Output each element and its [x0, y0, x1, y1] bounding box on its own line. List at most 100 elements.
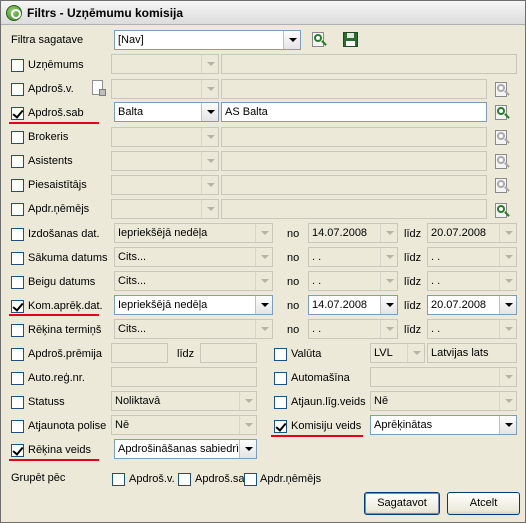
rekina-veids-checkbox[interactable] [11, 444, 24, 457]
apdros-v-name-field[interactable] [221, 79, 487, 99]
beigu-to-value: . . [431, 275, 441, 287]
chevron-down-icon[interactable] [283, 31, 300, 49]
chevron-down-icon[interactable] [255, 296, 272, 314]
atjaunota-polise-dropdown[interactable]: Nē [111, 415, 257, 435]
chevron-down-icon [380, 320, 397, 338]
kom-aprek-period-dropdown[interactable]: Iepriekšējā nedēļa [114, 295, 273, 315]
rekina-veids-dropdown[interactable]: Apdrošināšanas sabiedrība [114, 439, 257, 459]
izdosanas-checkbox[interactable] [11, 228, 24, 241]
search-icon[interactable] [312, 32, 328, 48]
automasina-checkbox[interactable] [274, 372, 287, 385]
apdros-sab-code-dropdown[interactable]: Balta [114, 102, 219, 122]
search-icon[interactable] [495, 154, 511, 170]
chevron-down-icon[interactable] [499, 416, 516, 434]
search-icon[interactable] [495, 130, 511, 146]
sakuma-period-dropdown[interactable]: Cits... [114, 247, 273, 267]
asistents-checkbox[interactable] [11, 155, 24, 168]
automasina-dropdown[interactable] [370, 367, 517, 387]
chevron-down-icon [201, 128, 218, 146]
rekina-termins-from-date[interactable]: . . [308, 319, 398, 339]
premium-from-field[interactable] [111, 343, 168, 363]
apdros-premija-checkbox[interactable] [11, 348, 24, 361]
chevron-down-icon [255, 224, 272, 242]
valuta-checkbox[interactable] [274, 348, 287, 361]
apdros-v-checkbox[interactable] [11, 83, 24, 96]
apdr-nemejs-checkbox[interactable] [11, 203, 24, 216]
atjaun-lig-checkbox[interactable] [274, 396, 287, 409]
beigu-to-date[interactable]: . . [427, 271, 517, 291]
auto-reg-field[interactable] [111, 367, 257, 387]
rekina-termins-period-dropdown[interactable]: Cits... [114, 319, 273, 339]
search-icon[interactable] [495, 178, 511, 194]
apdros-sab-name-field[interactable]: AS Balta [221, 102, 487, 122]
apdros-v-code-dropdown[interactable] [111, 79, 219, 99]
chevron-down-icon[interactable] [499, 296, 516, 314]
atjaunota-polise-checkbox[interactable] [11, 420, 24, 433]
kom-aprek-to-value: 20.07.2008 [431, 299, 487, 311]
rekina-termins-period-value: Cits... [118, 323, 147, 335]
apdros-sab-checkbox[interactable] [11, 107, 24, 120]
piesaistitajs-code-dropdown[interactable] [111, 175, 219, 195]
group-apdros-v-checkbox[interactable] [112, 473, 125, 486]
brokeris-name-field[interactable] [221, 127, 487, 147]
filter-template-dropdown[interactable]: [Nav] [114, 30, 301, 50]
app-icon [6, 5, 22, 21]
chevron-down-icon[interactable] [380, 296, 397, 314]
save-icon[interactable] [343, 32, 358, 47]
apdr-nemejs-label: Apdr.ņēmējs [28, 203, 90, 215]
valuta-name-field[interactable]: Latvijas lats [427, 343, 517, 363]
kom-aprek-checkbox[interactable] [11, 300, 24, 313]
valuta-code-dropdown[interactable]: LVL [370, 343, 425, 363]
komisiju-veids-checkbox[interactable] [274, 420, 287, 433]
statuss-checkbox[interactable] [11, 396, 24, 409]
new-document-icon[interactable] [91, 80, 107, 98]
rekina-termins-checkbox[interactable] [11, 324, 24, 337]
sakuma-from-date[interactable]: . . [308, 247, 398, 267]
chevron-down-icon[interactable] [201, 103, 218, 121]
chevron-down-icon [499, 320, 516, 338]
search-icon[interactable] [495, 105, 511, 121]
group-apdros-sab-checkbox[interactable] [178, 473, 191, 486]
atjaun-lig-dropdown[interactable]: Nē [370, 391, 517, 411]
izdosanas-period-dropdown[interactable]: Iepriekšējā nedēļa [114, 223, 273, 243]
chevron-down-icon [499, 248, 516, 266]
beigu-period-dropdown[interactable]: Cits... [114, 271, 273, 291]
komisiju-veids-dropdown[interactable]: Aprēķinātas [370, 415, 517, 435]
search-icon[interactable] [495, 82, 511, 98]
beigu-from-date[interactable]: . . [308, 271, 398, 291]
izdosanas-from-date[interactable]: 14.07.2008 [308, 223, 398, 243]
auto-reg-checkbox[interactable] [11, 372, 24, 385]
uznemums-name-field[interactable] [221, 54, 517, 74]
from-label: no [287, 276, 300, 288]
beigu-checkbox[interactable] [11, 276, 24, 289]
title-bar: Filtrs - Uzņēmumu komisija [1, 1, 525, 25]
apdr-nemejs-code-dropdown[interactable] [111, 199, 219, 219]
piesaistitajs-name-field[interactable] [221, 175, 487, 195]
kom-aprek-from-date[interactable]: 14.07.2008 [308, 295, 398, 315]
izdosanas-from-value: 14.07.2008 [312, 227, 368, 239]
prepare-button[interactable]: Sagatavot [364, 492, 440, 515]
apdr-nemejs-name-field[interactable] [221, 199, 487, 219]
chevron-down-icon[interactable] [239, 440, 256, 458]
to-label: līdz [404, 276, 422, 288]
brokeris-checkbox[interactable] [11, 131, 24, 144]
cancel-button[interactable]: Atcelt [447, 492, 520, 515]
statuss-dropdown[interactable]: Noliktavā [111, 391, 257, 411]
izdosanas-to-date[interactable]: 20.07.2008 [427, 223, 517, 243]
sakuma-checkbox[interactable] [11, 252, 24, 265]
kom-aprek-to-date[interactable]: 20.07.2008 [427, 295, 517, 315]
search-icon[interactable] [495, 203, 511, 219]
valuta-code-value: LVL [374, 347, 393, 359]
chevron-down-icon [407, 344, 424, 362]
group-apdr-nemejs-checkbox[interactable] [244, 473, 257, 486]
asistents-name-field[interactable] [221, 151, 487, 171]
uznemums-checkbox[interactable] [11, 59, 24, 72]
sakuma-to-date[interactable]: . . [427, 247, 517, 267]
piesaistitajs-checkbox[interactable] [11, 179, 24, 192]
uznemums-code-dropdown[interactable] [111, 54, 219, 74]
premium-to-field[interactable] [200, 343, 257, 363]
statuss-value: Noliktavā [115, 395, 161, 407]
asistents-code-dropdown[interactable] [111, 151, 219, 171]
rekina-termins-to-date[interactable]: . . [427, 319, 517, 339]
brokeris-code-dropdown[interactable] [111, 127, 219, 147]
